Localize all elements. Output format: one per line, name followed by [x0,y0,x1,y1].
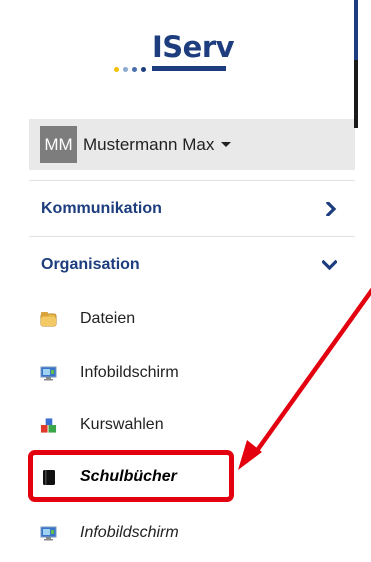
menu-item-kurswahlen[interactable]: Kurswahlen [29,398,355,452]
menu-item-label: Infobildschirm [80,364,179,381]
menu-item-infobildschirm-2[interactable]: Infobildschirm [29,506,355,560]
highlight-box [28,450,234,502]
user-name: Mustermann Max [83,134,215,154]
caret-down-icon [221,142,232,147]
user-menu[interactable]: MM Mustermann Max [29,119,355,170]
page-edge-bar [354,0,358,60]
menu-item-dateien[interactable]: Dateien [29,292,355,346]
section-label: Kommunikation [41,200,162,217]
section-label: Organisation [41,256,140,273]
menu-item-label: Dateien [80,310,136,327]
avatar: MM [40,126,77,163]
menu-item-infobildschirm[interactable]: Infobildschirm [29,346,355,400]
course-blocks-icon [40,417,57,434]
chevron-right-icon [326,202,337,216]
logo[interactable]: IServ [0,0,355,110]
monitor-icon [40,525,57,542]
menu-item-label: Kurswahlen [80,416,164,433]
section-organisation[interactable]: Organisation [29,236,355,293]
monitor-icon [40,365,57,382]
logo-underline [152,66,226,71]
page-edge-bar [354,60,358,128]
folder-icon [40,311,57,328]
logo-text: IServ [152,30,235,64]
section-kommunikation[interactable]: Kommunikation [29,180,355,237]
chevron-down-icon [322,259,337,271]
menu-item-label: Infobildschirm [80,524,179,541]
